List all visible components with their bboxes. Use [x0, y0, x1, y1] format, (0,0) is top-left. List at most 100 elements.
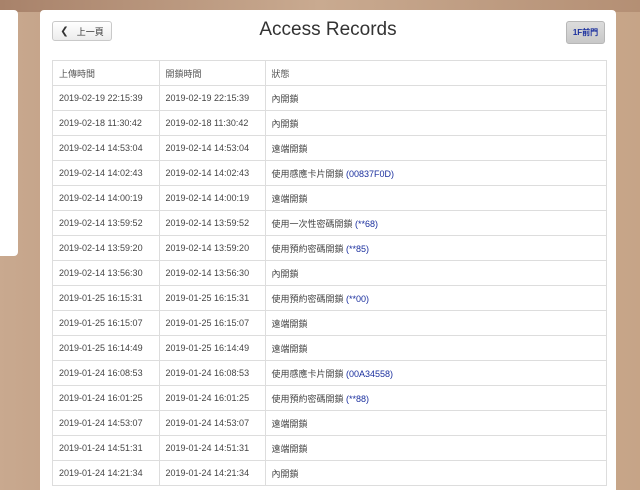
table-row: 2019-02-14 13:59:52 2019-02-14 13:59:52 使用…: [53, 210, 606, 236]
upload-time-text: 2019-02-14 13:59:52: [59, 218, 143, 228]
status-text: 遠端開鎖: [271, 143, 308, 154]
cell-status: 遠端開鎖: [265, 410, 606, 436]
records-panel: ❮ 上一頁 Access Records 1F前門 上傳時間 開鎖時間 狀態 2…: [40, 10, 616, 490]
table-row: 2019-02-14 13:56:30 2019-02-14 13:56:30 內開…: [53, 260, 606, 286]
cell-upload-time: 2019-02-19 22:15:39: [53, 85, 160, 111]
cell-unlock-time: 2019-02-14 13:59:20: [159, 235, 266, 261]
side-panel: [0, 10, 18, 256]
cell-status: 遠端開鎖: [265, 335, 606, 361]
cell-upload-time: 2019-01-25 16:14:49: [53, 335, 160, 361]
status-text: 使用預約密碼開鎖: [271, 393, 347, 404]
unlock-time-text: 2019-02-14 14:00:19: [165, 193, 250, 203]
status-text: 使用感應卡片開鎖: [271, 168, 347, 179]
upload-time-text: 2019-02-14 13:56:30: [59, 268, 143, 278]
cell-upload-time: 2019-01-24 14:53:07: [53, 410, 160, 436]
status-text: 使用預約密碼開鎖: [271, 293, 347, 304]
table-row: 2019-02-19 22:15:39 2019-02-19 22:15:39 內開…: [53, 85, 606, 111]
cell-upload-time: 2019-02-14 14:02:43: [53, 160, 160, 186]
cell-status: 使用一次性密碼開鎖 (**68): [265, 210, 606, 236]
back-button-label: 上一頁: [76, 26, 104, 37]
cell-status: 內開鎖: [265, 110, 606, 136]
unlock-time-text: 2019-02-19 22:15:39: [165, 93, 250, 103]
upload-time-text: 2019-01-25 16:14:49: [59, 343, 143, 353]
table-row: 2019-02-14 14:00:19 2019-02-14 14:00:19 遠端…: [53, 185, 606, 211]
upload-time-text: 2019-01-24 14:53:07: [59, 418, 143, 428]
cell-upload-time: 2019-02-14 13:59:52: [53, 210, 160, 236]
unlock-time-text: 2019-01-24 14:53:07: [165, 418, 250, 428]
cell-upload-time: 2019-01-24 16:01:25: [53, 385, 160, 411]
cell-unlock-time: 2019-01-24 16:08:53: [159, 360, 266, 386]
cell-status: 內開鎖: [265, 460, 606, 486]
status-code: (**00): [346, 293, 370, 304]
cell-status: 遠端開鎖: [265, 135, 606, 161]
cell-upload-time: 2019-02-14 13:59:20: [53, 235, 160, 261]
unlock-time-text: 2019-01-24 14:51:31: [165, 443, 250, 453]
upload-time-text: 2019-02-14 14:02:43: [59, 168, 143, 178]
table-row: 2019-01-25 16:15:31 2019-01-25 16:15:31 使用…: [53, 285, 606, 311]
status-text: 內開鎖: [271, 268, 299, 279]
upload-time-text: 2019-02-18 11:30:42: [59, 118, 142, 128]
status-code: (**88): [346, 393, 370, 404]
table-header-row: 上傳時間 開鎖時間 狀態: [53, 61, 606, 86]
cell-status: 使用預約密碼開鎖 (**00): [265, 285, 606, 311]
cell-upload-time: 2019-01-24 14:21:34: [53, 460, 160, 486]
upload-time-text: 2019-01-25 16:15:31: [59, 293, 143, 303]
status-text: 內開鎖: [271, 468, 299, 479]
cell-unlock-time: 2019-02-14 14:53:04: [159, 135, 266, 161]
cell-upload-time: 2019-02-14 13:56:30: [53, 260, 160, 286]
cell-upload-time: 2019-02-14 14:00:19: [53, 185, 160, 211]
cell-unlock-time: 2019-02-14 14:02:43: [159, 160, 266, 186]
unlock-time-text: 2019-01-25 16:14:49: [165, 343, 250, 353]
cell-unlock-time: 2019-02-18 11:30:42: [159, 110, 266, 136]
unlock-time-text: 2019-01-25 16:15:31: [165, 293, 250, 303]
table-row: 2019-01-25 16:15:07 2019-01-25 16:15:07 遠端…: [53, 310, 606, 336]
status-code: (00837F0D): [346, 168, 395, 179]
status-code: (**85): [346, 243, 370, 254]
cell-upload-time: 2019-02-18 11:30:42: [53, 110, 160, 136]
cell-upload-time: 2019-01-25 16:15:07: [53, 310, 160, 336]
unlock-time-text: 2019-02-14 14:02:43: [165, 168, 250, 178]
table-row: 2019-02-14 13:59:20 2019-02-14 13:59:20 使用…: [53, 235, 606, 261]
upload-time-text: 2019-02-19 22:15:39: [59, 93, 143, 103]
door-select-button[interactable]: 1F前門: [566, 21, 605, 44]
status-text: 使用預約密碼開鎖: [271, 243, 347, 254]
table-row: 2019-01-25 16:14:49 2019-01-25 16:14:49 遠端…: [53, 335, 606, 361]
unlock-time-text: 2019-01-24 16:01:25: [165, 393, 250, 403]
cell-unlock-time: 2019-02-14 13:56:30: [159, 260, 266, 286]
column-header-status: 狀態: [265, 61, 606, 86]
unlock-time-text: 2019-01-24 14:21:34: [165, 468, 250, 478]
table-row: 2019-02-14 14:02:43 2019-02-14 14:02:43 使用…: [53, 160, 606, 186]
cell-upload-time: 2019-02-14 14:53:04: [53, 135, 160, 161]
table-row: 2019-01-24 16:01:25 2019-01-24 16:01:25 使用…: [53, 385, 606, 411]
cell-unlock-time: 2019-02-14 13:59:52: [159, 210, 266, 236]
cell-status: 使用預約密碼開鎖 (**88): [265, 385, 606, 411]
cell-upload-time: 2019-01-25 16:15:31: [53, 285, 160, 311]
unlock-time-text: 2019-02-14 13:56:30: [165, 268, 250, 278]
upload-time-text: 2019-01-24 16:01:25: [59, 393, 143, 403]
cell-unlock-time: 2019-01-24 14:21:34: [159, 460, 266, 486]
upload-time-text: 2019-01-24 14:51:31: [59, 443, 143, 453]
cell-status: 使用感應卡片開鎖 (00837F0D): [265, 160, 606, 186]
cell-unlock-time: 2019-01-24 14:51:31: [159, 435, 266, 461]
cell-status: 使用預約密碼開鎖 (**85): [265, 235, 606, 261]
status-text: 內開鎖: [271, 93, 299, 104]
cell-unlock-time: 2019-01-25 16:15:07: [159, 310, 266, 336]
unlock-time-text: 2019-01-24 16:08:53: [165, 368, 250, 378]
table-row: 2019-02-14 14:53:04 2019-02-14 14:53:04 遠端…: [53, 135, 606, 161]
cell-status: 內開鎖: [265, 85, 606, 111]
back-button[interactable]: ❮ 上一頁: [52, 21, 112, 41]
cell-unlock-time: 2019-02-19 22:15:39: [159, 85, 266, 111]
cell-status: 遠端開鎖: [265, 435, 606, 461]
upload-time-text: 2019-01-24 16:08:53: [59, 368, 143, 378]
cell-status: 使用感應卡片開鎖 (00A34558): [265, 360, 606, 386]
status-text: 遠端開鎖: [271, 318, 308, 329]
page-title: Access Records: [259, 19, 397, 40]
column-header-upload-time: 上傳時間: [53, 61, 160, 86]
unlock-time-text: 2019-02-18 11:30:42: [165, 118, 249, 128]
table-row: 2019-02-18 11:30:42 2019-02-18 11:30:42 內開…: [53, 110, 606, 136]
upload-time-text: 2019-02-14 14:00:19: [59, 193, 143, 203]
column-header-unlock-time: 開鎖時間: [159, 61, 266, 86]
status-text: 使用感應卡片開鎖: [271, 368, 347, 379]
records-table: 上傳時間 開鎖時間 狀態 2019-02-19 22:15:39 2019-02-…: [52, 60, 607, 486]
cell-unlock-time: 2019-02-14 14:00:19: [159, 185, 266, 211]
